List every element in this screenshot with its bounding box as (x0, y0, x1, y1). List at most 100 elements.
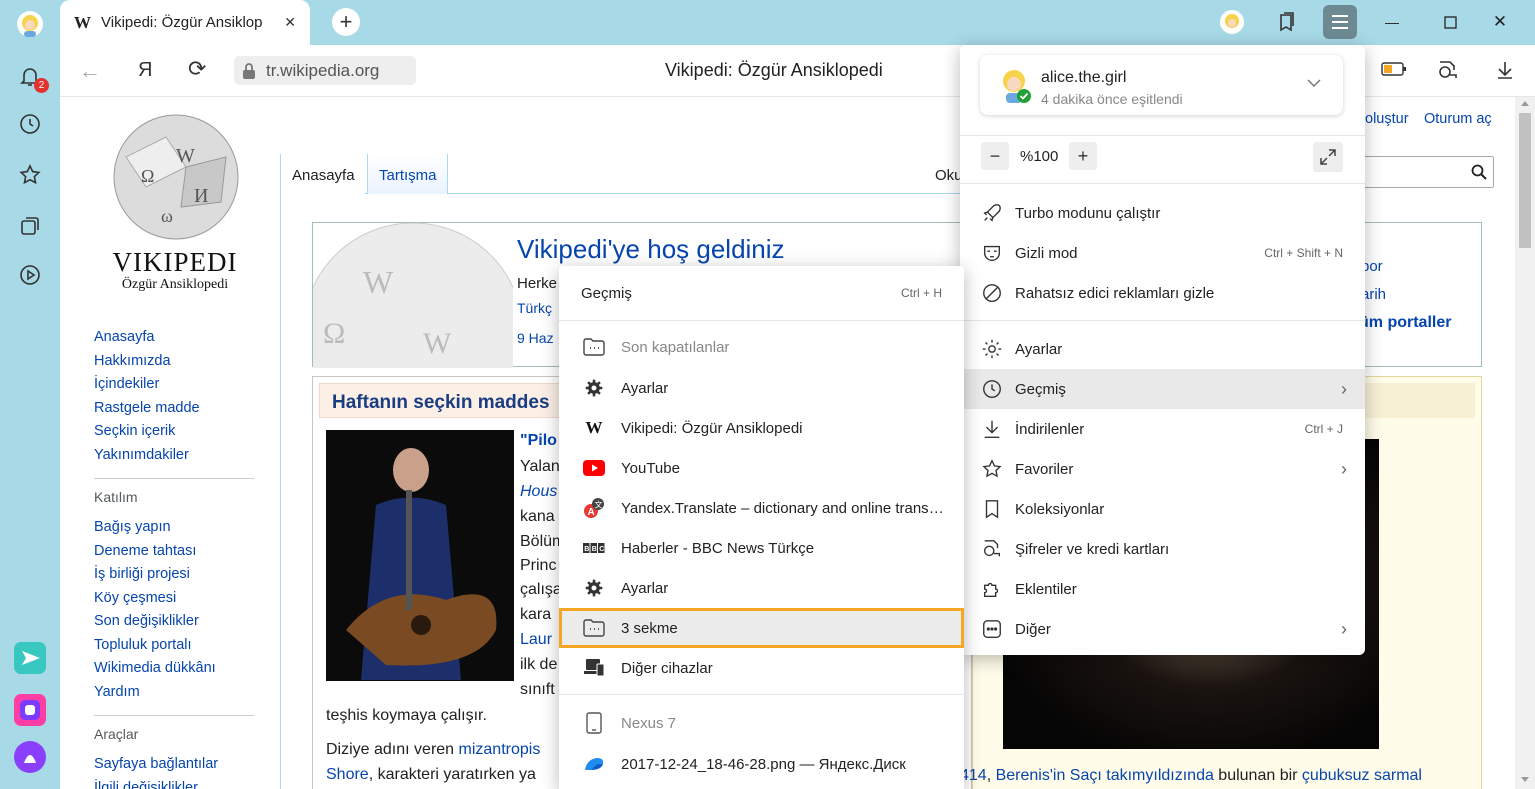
nav-link[interactable]: Seçkin içerik (94, 423, 274, 447)
bookmarks-star-icon[interactable] (14, 159, 46, 191)
main-menu-button[interactable] (1323, 5, 1357, 39)
katilim-link[interactable]: Wikimedia dükkânı (94, 660, 274, 684)
text-link[interactable]: 414 (960, 767, 987, 784)
messenger-app-icon[interactable] (14, 642, 46, 674)
katilim-link[interactable]: Yardım (94, 684, 274, 708)
history-title-row[interactable]: Geçmiş Ctrl + H (559, 273, 964, 313)
menu-item-clock[interactable]: Geçmiş › (960, 369, 1365, 409)
araclar-link[interactable]: Sayfaya bağlantılar (94, 756, 274, 780)
katilim-link[interactable]: Bağış yapın (94, 519, 274, 543)
history-item-label: Yandex.Translate – dictionary and online… (621, 499, 946, 517)
menu-item-gear[interactable]: Ayarlar (960, 329, 1365, 369)
active-tab[interactable]: W Vikipedi: Özgür Ansiklop ✕ (60, 0, 310, 45)
back-arrow-icon[interactable]: ← (79, 58, 101, 84)
menu-item-mask[interactable]: Gizli mod Ctrl + Shift + N (960, 233, 1365, 273)
chevron-right-icon: › (1341, 618, 1347, 639)
text-link[interactable]: Berenis'in Saçı takımyıldızında (996, 767, 1214, 784)
window-maximize-button[interactable] (1438, 10, 1462, 34)
scroll-up-icon[interactable] (1521, 101, 1529, 106)
history-item[interactable]: 3 sekme (559, 608, 964, 648)
history-item[interactable]: A 文 Yandex.Translate – dictionary and onli… (559, 488, 964, 528)
history-shortcut: Ctrl + H (900, 286, 942, 300)
music-app-icon[interactable] (14, 694, 46, 726)
search-box[interactable] (1360, 156, 1494, 188)
page-scrollbar[interactable] (1515, 97, 1535, 789)
featured-line[interactable]: "Pilo (520, 432, 557, 450)
featured-line[interactable]: Laur (520, 631, 552, 649)
menu-item-collection[interactable]: Koleksiyonlar (960, 489, 1365, 529)
nav-link[interactable]: Rastgele madde (94, 400, 274, 424)
yandex-logo-icon[interactable]: Я (138, 59, 152, 82)
profile-avatar-icon[interactable] (14, 8, 46, 40)
tab-oku[interactable]: Oku (935, 167, 963, 184)
welcome-title[interactable]: Vikipedi'ye hoş geldiniz (517, 234, 785, 265)
menu-item-key[interactable]: Şifreler ve kredi kartları (960, 529, 1365, 569)
nav-link[interactable]: İçindekiler (94, 376, 274, 400)
featured-link[interactable]: mizantropis (459, 741, 541, 758)
chevron-down-icon[interactable] (1307, 79, 1321, 88)
history-item[interactable]: Diğer cihazlar (559, 648, 964, 688)
profile-small-avatar-icon[interactable] (1220, 10, 1244, 34)
nav-link[interactable]: Anasayfa (94, 329, 274, 353)
history-item[interactable]: YouTube (559, 448, 964, 488)
history-item[interactable]: Ayarlar (559, 368, 964, 408)
history-item[interactable]: 2017-12-24_18-46-28.png — Яндекс.Диск (559, 744, 964, 784)
collections-icon[interactable] (14, 210, 46, 242)
araclar-link[interactable]: İlgili değişiklikler (94, 780, 274, 789)
fullscreen-button[interactable] (1313, 142, 1343, 172)
tab-anasayfa[interactable]: Anasayfa (280, 154, 365, 194)
katilim-link[interactable]: Deneme tahtası (94, 543, 274, 567)
nav-link[interactable]: Hakkımızda (94, 353, 274, 377)
welcome-line[interactable]: Türkç (517, 300, 552, 316)
window-close-button[interactable]: ✕ (1488, 10, 1512, 34)
alice-assistant-icon[interactable] (14, 741, 46, 773)
menu-item-more[interactable]: Diğer › (960, 609, 1365, 649)
history-item[interactable]: W Vikipedi: Özgür Ansiklopedi (559, 408, 964, 448)
katilim-link[interactable]: İş birliği projesi (94, 566, 274, 590)
wikipedia-logo[interactable]: Ω W И ω VIKIPEDI Özgür Ansiklopedi (96, 107, 256, 297)
featured-text-line: Shore, karakteri yaratırken ya (326, 766, 536, 784)
password-manager-icon[interactable] (1436, 58, 1460, 85)
battery-saver-icon[interactable] (1381, 61, 1407, 80)
media-play-icon[interactable] (14, 259, 46, 291)
menu-item-rocket[interactable]: Turbo modunu çalıştır (960, 193, 1365, 233)
tabs-list-icon[interactable] (1274, 10, 1298, 34)
scrollbar-thumb[interactable] (1519, 113, 1531, 248)
login-link[interactable]: Oturum aç (1424, 111, 1492, 127)
zoom-out-button[interactable]: − (981, 142, 1009, 170)
welcome-line[interactable]: 9 Haz (517, 330, 554, 346)
featured-line[interactable]: Hous (520, 483, 557, 501)
text-link[interactable]: çubuksuz sarmal (1302, 767, 1422, 784)
history-clock-icon[interactable] (14, 108, 46, 140)
featured-text-part: , karakteri yaratırken ya (368, 766, 536, 783)
history-item-label: Ayarlar (621, 379, 669, 397)
menu-item-star[interactable]: Favoriler › (960, 449, 1365, 489)
featured-link[interactable]: Shore (326, 766, 369, 783)
featured-text-line: Diziye adını veren mizantropis (326, 741, 540, 759)
menu-item-puzzle[interactable]: Eklentiler (960, 569, 1365, 609)
katilim-link[interactable]: Son değişiklikler (94, 613, 274, 637)
katilim-link[interactable]: Topluluk portalı (94, 637, 274, 661)
account-card[interactable]: alice.the.girl 4 dakika önce eşitlendi (980, 55, 1343, 115)
history-item[interactable]: B B C Haberler - BBC News Türkçe (559, 528, 964, 568)
notifications-bell-icon[interactable]: 2 (14, 60, 49, 93)
menu-item-block[interactable]: Rahatsız edici reklamları gizle (960, 273, 1365, 313)
url-chip[interactable]: tr.wikipedia.org (234, 56, 416, 85)
featured-line: Princ (520, 557, 557, 574)
window-minimize-button[interactable]: — (1380, 10, 1404, 34)
new-tab-button[interactable]: + (332, 8, 360, 36)
menu-item-download[interactable]: İndirilenler Ctrl + J (960, 409, 1365, 449)
featured-photo[interactable] (326, 430, 514, 681)
history-item[interactable]: Ayarlar (559, 568, 964, 608)
portal-link[interactable]: üm portaller (1359, 314, 1451, 332)
nav-link[interactable]: Yakınımdakiler (94, 447, 274, 471)
tab-tartisma[interactable]: Tartışma (367, 154, 448, 194)
reload-icon[interactable]: ⟳ (188, 56, 206, 82)
create-account-link[interactable]: oluştur (1365, 111, 1409, 127)
downloads-icon[interactable] (1493, 58, 1517, 85)
tab-close-icon[interactable]: ✕ (284, 14, 296, 31)
katilim-link[interactable]: Köy çeşmesi (94, 590, 274, 614)
scroll-down-icon[interactable] (1521, 777, 1529, 782)
rocket-icon (980, 201, 1004, 225)
zoom-in-button[interactable]: + (1069, 142, 1097, 170)
